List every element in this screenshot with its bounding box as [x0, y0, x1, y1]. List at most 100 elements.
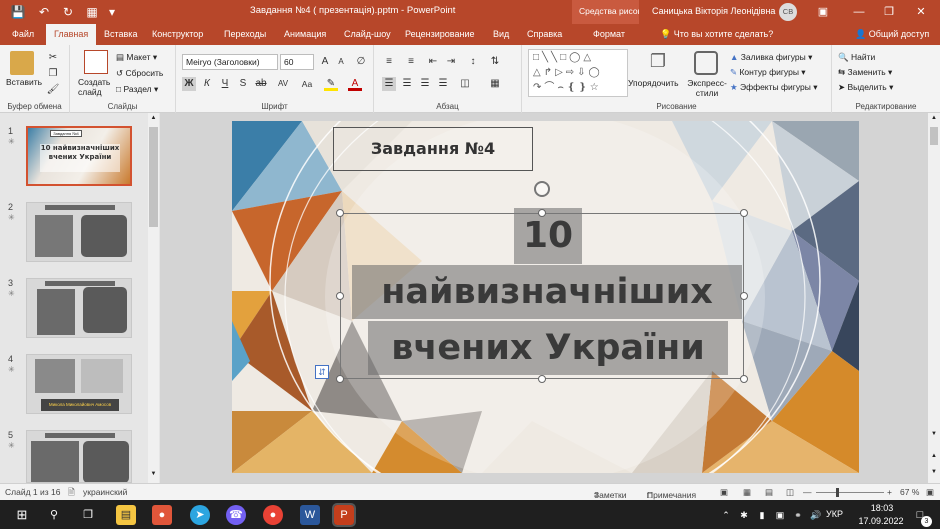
tab-format[interactable]: Формат	[593, 24, 625, 45]
tab-view[interactable]: Вид	[493, 24, 509, 45]
keyboard-language[interactable]: УКР	[826, 509, 843, 519]
resize-handle[interactable]	[336, 375, 344, 383]
language-indicator[interactable]: украинский	[83, 487, 127, 497]
clear-format-icon[interactable]: ∅	[354, 55, 368, 69]
windows-start-icon[interactable]: ⊞	[12, 505, 32, 525]
scroll-up-icon[interactable]: ▲	[149, 115, 158, 124]
smartart-icon[interactable]: ▦	[488, 77, 502, 91]
paste-button[interactable]: Вставить	[6, 77, 42, 87]
fit-to-window-icon[interactable]: ▣	[926, 487, 934, 498]
photos-icon[interactable]: ●	[152, 505, 172, 525]
scroll-down-icon[interactable]: ▼	[149, 471, 158, 480]
layout-options-icon[interactable]: ⇵	[315, 365, 329, 379]
clock-date[interactable]: 17.09.2022	[852, 516, 910, 526]
redo-icon[interactable]: ↻	[60, 4, 76, 20]
scroll-up-icon[interactable]: ▲	[930, 115, 938, 123]
zoom-out-icon[interactable]: —	[803, 487, 812, 497]
scroll-thumb[interactable]	[930, 127, 938, 145]
title-selection-box[interactable]	[340, 213, 744, 379]
close-icon[interactable]: ✕	[912, 3, 930, 21]
chrome-icon[interactable]: ●	[263, 505, 283, 525]
next-slide-icon[interactable]: ▼	[930, 469, 938, 477]
scroll-down-icon[interactable]: ▼	[930, 431, 938, 439]
volume-icon[interactable]: 🔊	[806, 505, 826, 525]
decrease-indent-icon[interactable]: ⇤	[426, 55, 440, 69]
slide-thumbnail-1[interactable]: Завдання №4 10 найвизначніших вчених Укр…	[26, 126, 132, 186]
ribbon-display-options-icon[interactable]: ▣	[814, 3, 832, 21]
reset-button[interactable]: ↺ Сбросить	[116, 68, 163, 79]
quick-styles-button[interactable]: Экспресс-стили	[684, 78, 730, 98]
editor-scrollbar[interactable]: ▲ ▼ ▲ ▼	[928, 113, 940, 483]
shape-effects-button[interactable]: ★ Эффекты фигуры ▾	[730, 82, 817, 93]
paste-icon[interactable]	[10, 51, 34, 75]
slide-thumbnail-5[interactable]	[26, 430, 132, 483]
tab-help[interactable]: Справка	[527, 24, 562, 45]
increase-indent-icon[interactable]: ⇥	[444, 55, 458, 69]
section-button[interactable]: □ Раздел ▾	[116, 84, 158, 95]
bold-button[interactable]: Ж	[182, 77, 196, 91]
slideshow-view-icon[interactable]: ◫	[786, 487, 794, 498]
layout-button[interactable]: ▤ Макет ▾	[116, 52, 157, 63]
numbering-icon[interactable]: ≡	[404, 55, 418, 69]
thumbnails-scrollbar[interactable]: ▲ ▼	[148, 113, 159, 483]
shape-outline-button[interactable]: ✎ Контур фигуры ▾	[730, 67, 806, 78]
zoom-slider-thumb[interactable]	[836, 488, 839, 497]
customize-toolbar-icon[interactable]: ▾	[104, 4, 120, 20]
zoom-level[interactable]: 67 %	[900, 487, 919, 497]
arrange-button[interactable]: Упорядочить	[628, 78, 679, 88]
find-button[interactable]: 🔍 Найти	[838, 52, 875, 63]
decrease-font-icon[interactable]: A	[334, 55, 348, 69]
underline-button[interactable]: Ч	[218, 77, 232, 91]
arrange-icon[interactable]: ❐	[646, 51, 670, 75]
align-left-icon[interactable]: ☰	[382, 77, 396, 91]
zoom-slider[interactable]	[816, 492, 884, 493]
italic-button[interactable]: К	[200, 77, 214, 91]
clock-time[interactable]: 18:03	[860, 503, 904, 513]
highlight-icon[interactable]: ✎	[324, 77, 338, 91]
shadow-button[interactable]: S	[236, 77, 250, 91]
resize-handle[interactable]	[336, 209, 344, 217]
change-case-button[interactable]: Aa	[296, 77, 318, 91]
text-direction-icon[interactable]: ⇅	[488, 55, 502, 69]
replace-button[interactable]: ⇆ Заменить ▾	[838, 67, 892, 78]
powerpoint-icon[interactable]: P	[332, 503, 356, 527]
slide-canvas[interactable]: Завдання №4 10 найвизначніших вчених Укр…	[232, 121, 859, 473]
security-icon[interactable]: ▣	[770, 505, 790, 525]
task-label-box[interactable]: Завдання №4	[333, 127, 533, 171]
tell-me-search[interactable]: 💡 Что вы хотите сделать?	[660, 24, 773, 45]
format-painter-icon[interactable]: 🖌	[46, 83, 60, 97]
font-name-select[interactable]: Meiryo (Заголовки)	[182, 54, 278, 70]
search-icon[interactable]: ⚲	[44, 505, 64, 525]
slide-thumbnail-3[interactable]	[26, 278, 132, 338]
strikethrough-icon[interactable]: ab	[254, 77, 268, 91]
justify-icon[interactable]: ☰	[436, 77, 450, 91]
viber-icon[interactable]: ☎	[226, 505, 246, 525]
bullets-icon[interactable]: ≡	[382, 55, 396, 69]
align-center-icon[interactable]: ☰	[400, 77, 414, 91]
resize-handle[interactable]	[538, 375, 546, 383]
bluetooth-icon[interactable]: ✱	[734, 505, 754, 525]
cut-icon[interactable]: ✂	[46, 51, 60, 65]
line-spacing-icon[interactable]: ↕	[466, 55, 480, 69]
select-button[interactable]: ➤ Выделить ▾	[838, 82, 893, 93]
character-spacing-button[interactable]: AV	[272, 77, 294, 91]
increase-font-icon[interactable]: A	[318, 55, 332, 69]
tab-slideshow[interactable]: Слайд-шоу	[344, 24, 391, 45]
avatar[interactable]: СВ	[779, 3, 797, 21]
shapes-gallery[interactable]: □╲╲□◯△ △↱▷⇨⇩◯ ↷⌒⌢❴❵☆	[528, 49, 628, 97]
tab-transitions[interactable]: Переходы	[224, 24, 266, 45]
columns-icon[interactable]: ◫	[458, 77, 472, 91]
user-name[interactable]: Саницька Вікторія Леонідівна	[652, 6, 775, 16]
word-icon[interactable]: W	[300, 505, 320, 525]
resize-handle[interactable]	[336, 292, 344, 300]
new-slide-button[interactable]: Создать слайд	[78, 77, 118, 97]
undo-icon[interactable]: ↶	[36, 4, 52, 20]
reading-view-icon[interactable]: ▤	[765, 487, 773, 498]
maximize-icon[interactable]: ❐	[880, 3, 898, 21]
minimize-icon[interactable]: —	[850, 3, 868, 21]
rotate-handle-icon[interactable]	[534, 181, 550, 197]
tab-review[interactable]: Рецензирование	[405, 24, 475, 45]
scroll-thumb[interactable]	[149, 127, 158, 227]
slide-thumbnail-2[interactable]	[26, 202, 132, 262]
slideshow-from-start-icon[interactable]: ▦	[84, 4, 100, 20]
